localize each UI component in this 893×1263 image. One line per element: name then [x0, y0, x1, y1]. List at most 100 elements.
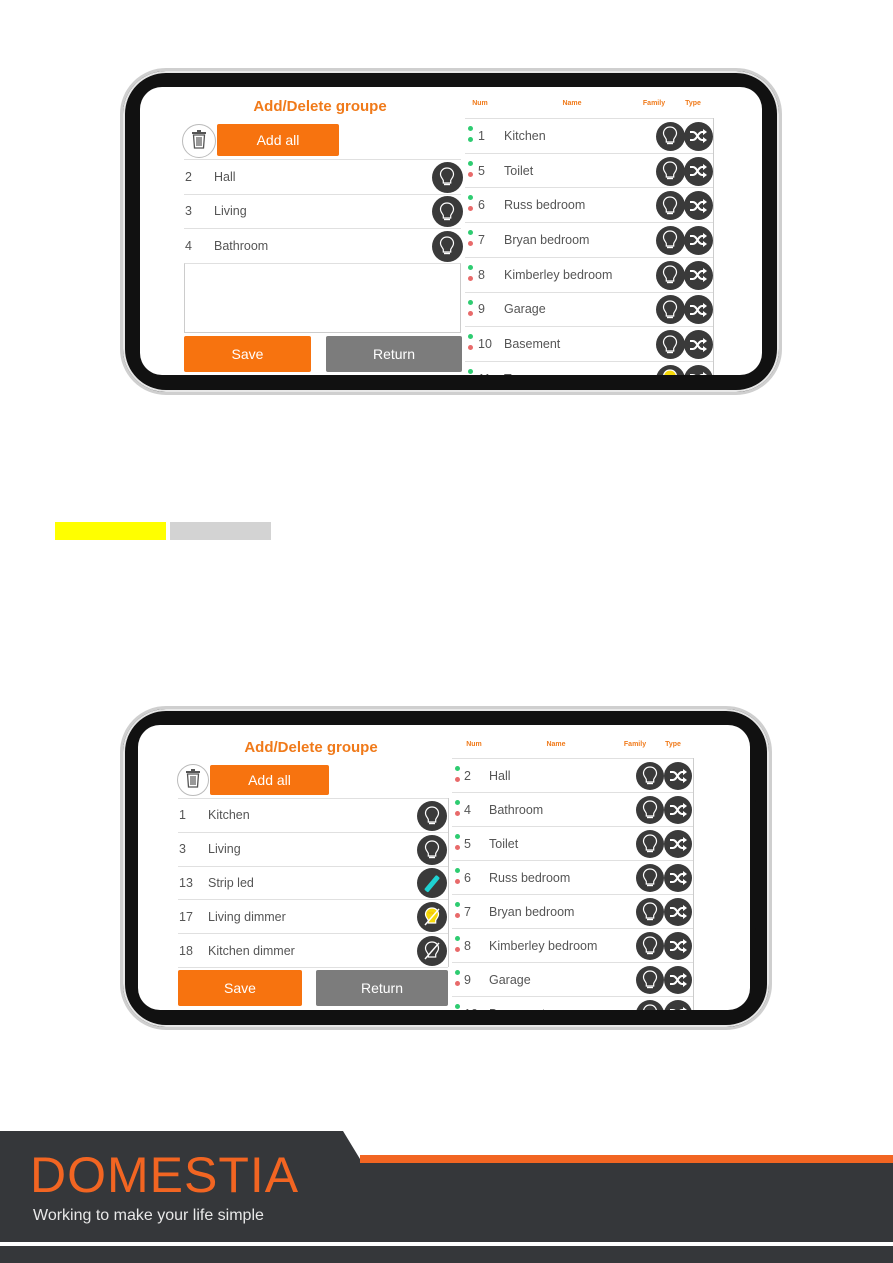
status-dot-off [468, 171, 473, 177]
item-number: 2 [464, 768, 471, 783]
available-list-item[interactable]: 8 Kimberley bedroom [452, 928, 693, 962]
item-number: 11 [478, 372, 491, 375]
available-list-item[interactable]: 5 Toilet [452, 826, 693, 860]
shuffle-icon [683, 260, 713, 290]
status-dot-on [455, 936, 460, 941]
available-list-item[interactable]: 10 Basement [465, 326, 713, 361]
available-list-item[interactable]: 4 Bathroom [452, 792, 693, 826]
group-list-item[interactable]: 3 Living [184, 193, 463, 229]
available-list-item[interactable]: 9 Garage [465, 291, 713, 327]
item-name: Kitchen [208, 808, 250, 823]
item-number: 3 [185, 204, 192, 219]
available-list-item[interactable]: 2 Hall [452, 758, 693, 792]
return-button[interactable]: Return [316, 970, 448, 1006]
save-button[interactable]: Save [184, 336, 311, 372]
item-name: Hall [489, 768, 511, 783]
phone-screen: Add/Delete groupe Add all 1 Kitchen 3 Liv… [138, 725, 750, 1010]
delete-all-button[interactable] [177, 764, 209, 796]
item-name: Russ bedroom [504, 198, 586, 213]
item-number: 4 [185, 238, 192, 253]
shuffle-icon [664, 932, 692, 960]
status-dot-off [455, 947, 460, 952]
available-list-item[interactable]: 7 Bryan bedroom [452, 894, 693, 928]
item-number: 1 [179, 808, 186, 823]
bulb-icon [431, 196, 463, 228]
status-dot-on [468, 230, 473, 236]
item-number: 1 [478, 128, 485, 143]
group-list-item[interactable]: 13 Strip led [178, 865, 448, 900]
group-list-empty-area [184, 263, 461, 333]
item-name: Basement [489, 1007, 545, 1011]
status-dot-off [468, 206, 473, 212]
shuffle-icon [683, 364, 713, 375]
status-dot-on [468, 195, 473, 201]
bulb-icon [636, 864, 664, 892]
bulb-icon [655, 295, 685, 325]
status-dot-off [455, 913, 460, 918]
available-list-item[interactable]: 7 Bryan bedroom [465, 222, 713, 257]
bulb-icon [636, 1000, 664, 1010]
group-list-item[interactable]: 3 Living [178, 831, 448, 866]
brand-tagline: Working to make your life simple [33, 1207, 264, 1224]
available-list-item[interactable]: 11 T [465, 360, 713, 375]
item-name: Living [208, 842, 241, 857]
status-dot-on [468, 264, 473, 270]
available-list-item[interactable]: 9 Garage [452, 962, 693, 996]
item-name: T [504, 372, 512, 375]
page-title: Add/Delete groupe [244, 739, 378, 756]
column-header-family: Family [642, 100, 666, 107]
add-all-button[interactable]: Add all [210, 765, 329, 795]
item-number: 5 [478, 163, 485, 178]
status-dot-on [468, 334, 473, 340]
status-dot-off [455, 811, 460, 816]
group-list-item[interactable]: 1 Kitchen [178, 798, 448, 832]
delete-all-button[interactable] [182, 124, 216, 158]
bulb-icon [655, 260, 685, 290]
item-name: Living [214, 204, 247, 219]
list-divider [178, 967, 448, 968]
list-divider [693, 758, 694, 1010]
available-list-item[interactable]: 6 Russ bedroom [465, 187, 713, 222]
group-list-item[interactable]: 2 Hall [184, 159, 463, 194]
status-dot-on [468, 299, 473, 305]
bulb-icon [636, 796, 664, 824]
return-button[interactable]: Return [326, 336, 462, 372]
strip-led-icon [417, 868, 447, 899]
group-list-item[interactable]: 4 Bathroom [184, 228, 463, 263]
shuffle-icon [683, 121, 713, 151]
bulb-icon [655, 330, 685, 360]
trash-icon [191, 129, 207, 154]
list-divider [713, 118, 714, 375]
status-dot-off [455, 879, 460, 884]
status-dot-on [468, 368, 473, 374]
shuffle-icon [664, 898, 692, 926]
item-number: 7 [464, 904, 471, 919]
available-list-item[interactable]: 1 Kitchen [465, 118, 713, 153]
status-dot-off [468, 241, 473, 247]
item-number: 5 [464, 836, 471, 851]
item-name: Bryan bedroom [489, 904, 575, 919]
column-header-type: Type [685, 100, 701, 107]
status-dot-on [455, 970, 460, 975]
item-name: Garage [504, 302, 546, 317]
item-name: Basement [504, 337, 561, 352]
bulb-icon [431, 230, 463, 262]
add-all-button[interactable]: Add all [217, 124, 339, 156]
bulb-icon [636, 898, 664, 926]
item-name: Toilet [489, 836, 519, 851]
item-number: 6 [464, 870, 471, 885]
available-list-item[interactable]: 8 Kimberley bedroom [465, 256, 713, 292]
bulb-icon [636, 830, 664, 858]
group-list-item[interactable]: 17 Living dimmer ~~ [178, 899, 448, 933]
item-number: 10 [478, 337, 492, 352]
column-header-name: Name [546, 741, 566, 748]
save-button[interactable]: Save [178, 970, 302, 1006]
status-dot-off [468, 345, 473, 351]
shuffle-icon [664, 762, 692, 790]
group-list-item[interactable]: 18 Kitchen dimmer [178, 933, 448, 967]
bulb-icon [636, 932, 664, 960]
available-list-item[interactable]: 6 Russ bedroom [452, 860, 693, 894]
available-list-item[interactable]: 10 Basement [452, 996, 693, 1010]
available-list-item[interactable]: 5 Toilet [465, 152, 713, 188]
shuffle-icon [683, 156, 713, 186]
